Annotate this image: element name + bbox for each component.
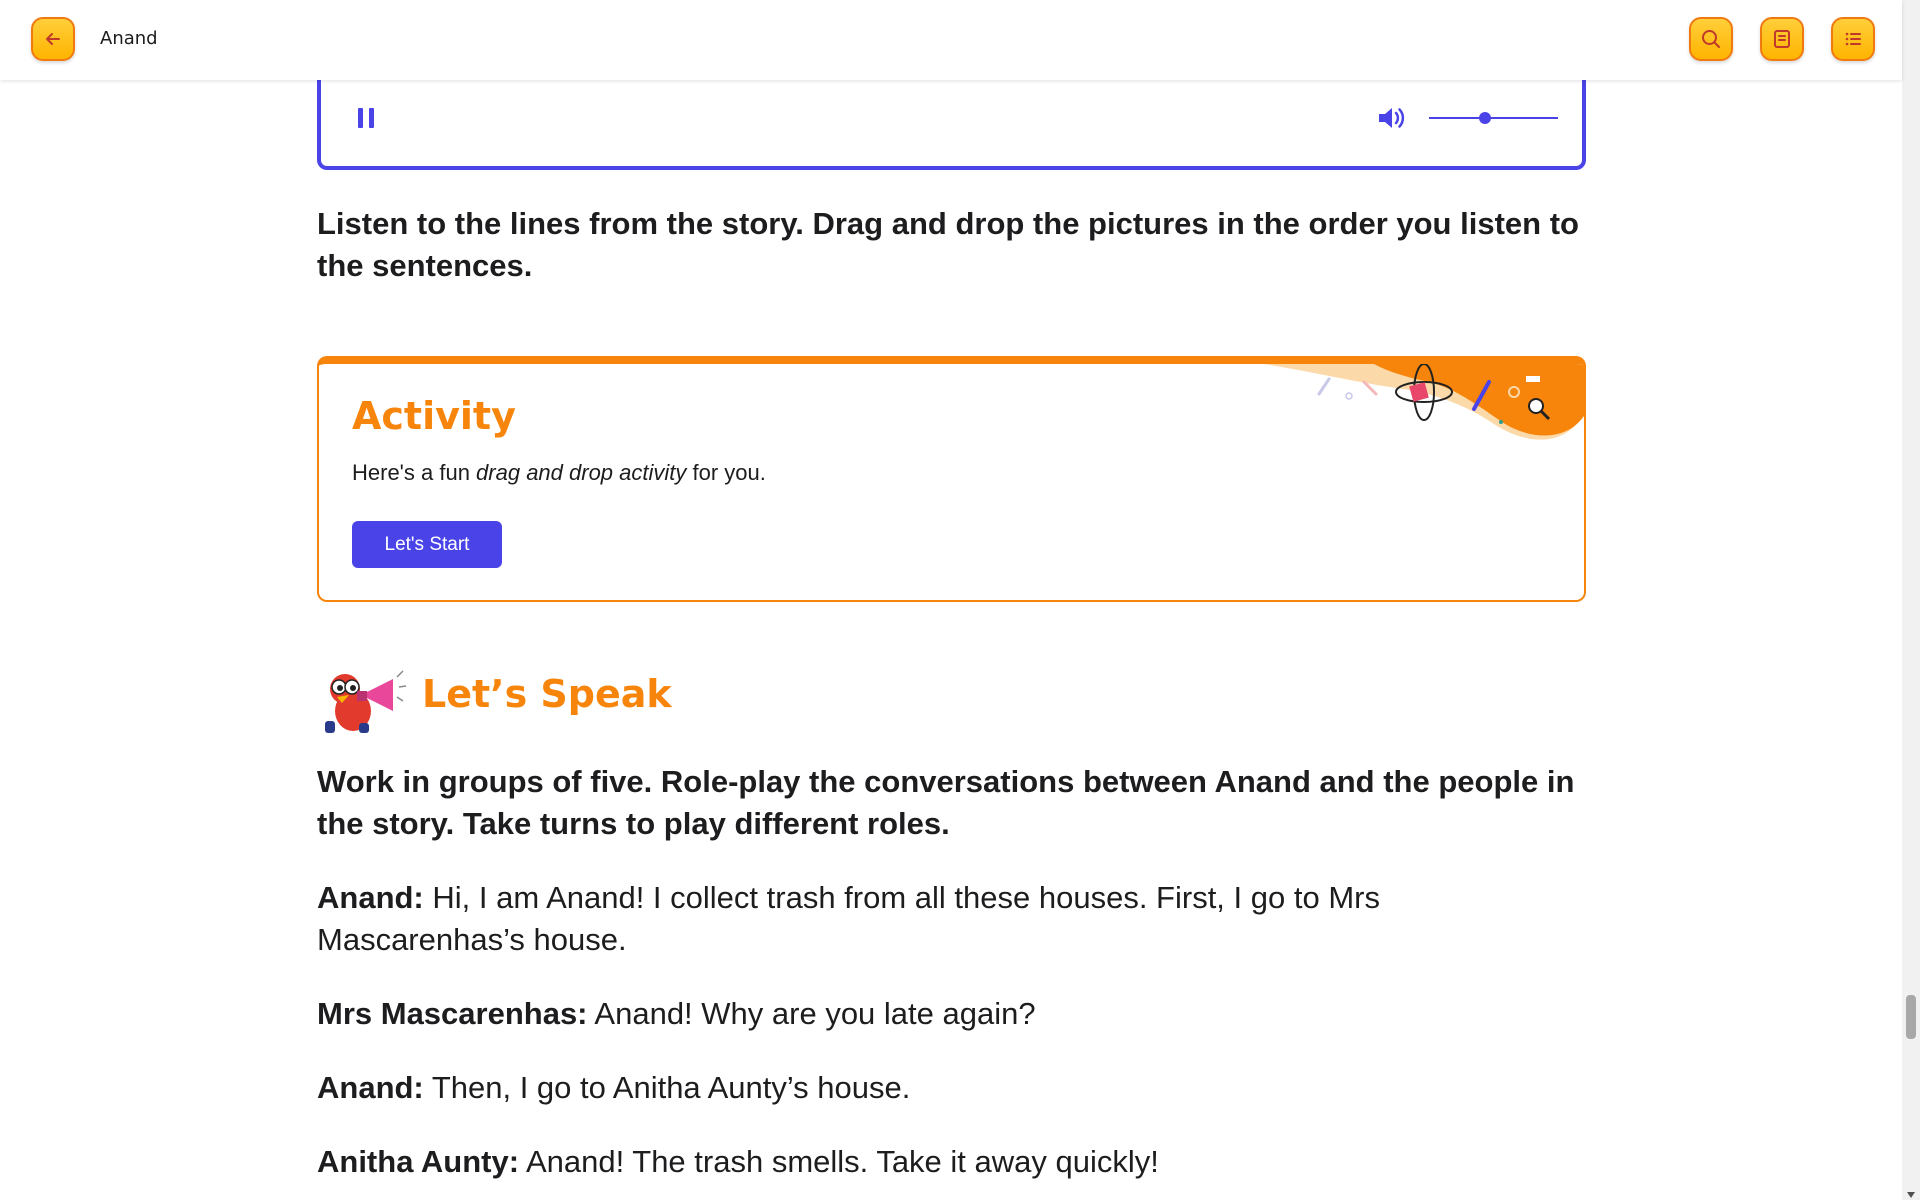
activity-desc-text: Here's a fun	[352, 460, 477, 485]
activity-desc-emphasis: drag and drop activity	[476, 460, 687, 485]
activity-card: Activity Here's a fun drag and drop acti…	[317, 356, 1586, 602]
list-icon	[1845, 32, 1861, 46]
notes-icon	[1774, 30, 1790, 48]
scrollbar-thumb[interactable]	[1906, 995, 1916, 1039]
megaphone-mascot-illustration	[325, 670, 407, 733]
speaker-name: Anitha Aunty:	[317, 1144, 520, 1179]
volume-icon[interactable]	[1375, 102, 1407, 134]
speaking-instruction: Work in groups of five. Role-play the co…	[317, 764, 1575, 841]
page-scrollbar[interactable]	[1902, 0, 1920, 1200]
back-button[interactable]	[31, 17, 75, 61]
volume-slider-handle[interactable]	[1479, 112, 1491, 124]
speaker-name: Mrs Mascarenhas:	[317, 996, 588, 1031]
dialogue-text: Then, I go to Anitha Aunty’s house.	[423, 1070, 911, 1105]
volume-slider[interactable]	[1429, 117, 1558, 119]
lets-speak-heading: Let’s Speak	[422, 672, 672, 716]
activity-decoration-illustration	[1264, 364, 1584, 440]
notes-button[interactable]	[1760, 17, 1804, 61]
dialogue-line: Anitha Aunty: Anand! The trash smells. T…	[317, 1141, 1592, 1183]
top-bar: Anand	[0, 0, 1902, 80]
activity-description: Here's a fun drag and drop activity for …	[352, 460, 766, 486]
speaker-name: Anand:	[317, 880, 424, 915]
dialogue-line: Anand: Hi, I am Anand! I collect trash f…	[317, 877, 1592, 961]
search-button[interactable]	[1689, 17, 1733, 61]
arrow-left-icon	[46, 33, 60, 45]
lets-start-button[interactable]: Let's Start	[352, 521, 502, 568]
activity-title: Activity	[352, 394, 516, 438]
page-title: Anand	[100, 28, 158, 49]
dialogue-line: Mrs Mascarenhas: Anand! Why are you late…	[317, 993, 1592, 1035]
activity-desc-end: for you.	[686, 460, 766, 485]
listening-instruction: Listen to the lines from the story. Drag…	[317, 206, 1579, 283]
search-icon	[1702, 30, 1720, 48]
dialogue-text: Hi, I am Anand! I collect trash from all…	[317, 880, 1380, 957]
scroll-down-arrow-icon[interactable]	[1907, 1192, 1915, 1198]
speaker-name: Anand:	[317, 1070, 424, 1105]
dialogue-line: Anand: Then, I go to Anitha Aunty’s hous…	[317, 1067, 1592, 1109]
dialogue-text: Anand! The trash smells. Take it away qu…	[519, 1144, 1159, 1179]
dialogue-text: Anand! Why are you late again?	[587, 996, 1036, 1031]
pause-icon[interactable]	[355, 106, 377, 130]
menu-button[interactable]	[1831, 17, 1875, 61]
